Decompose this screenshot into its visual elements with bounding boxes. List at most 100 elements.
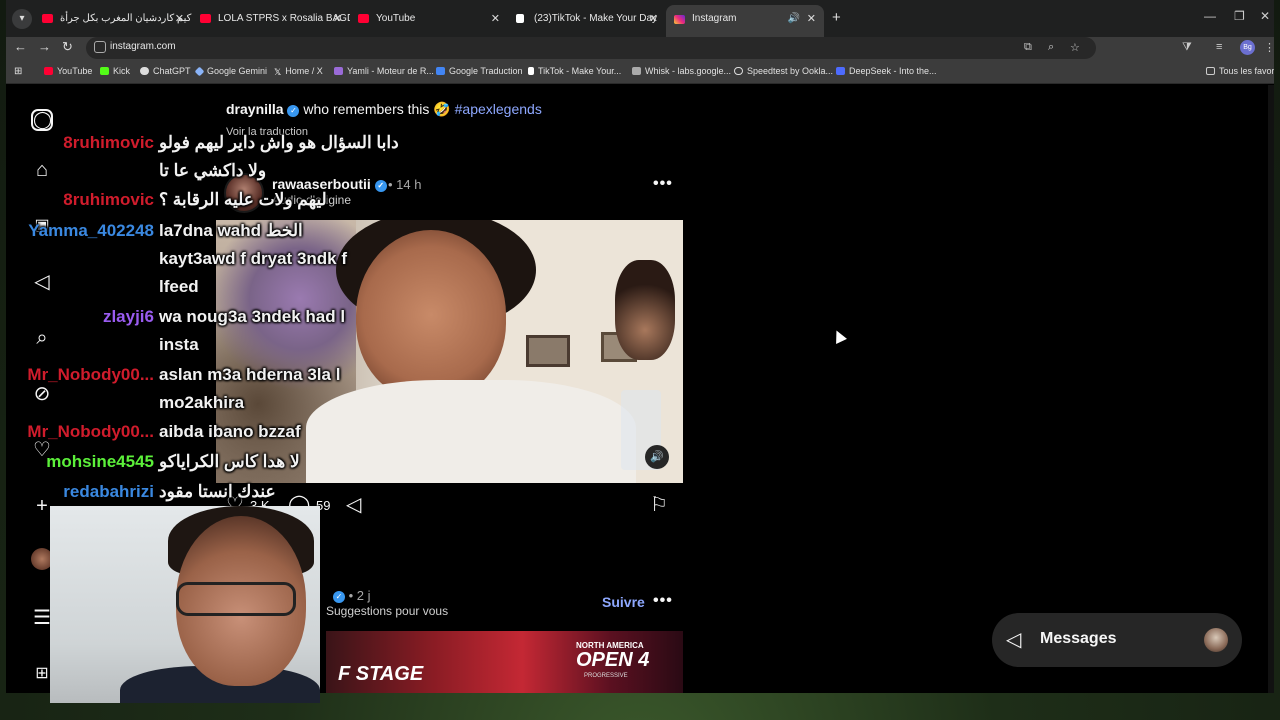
- folder-icon: [1206, 67, 1215, 75]
- address-bar[interactable]: instagram.com ⧉ ⌕ ☆: [86, 37, 1096, 59]
- tab-0[interactable]: كيم كاردشيان المغرب بكل جرأة... ✕: [34, 6, 192, 32]
- explore-icon[interactable]: ⊘: [30, 382, 54, 406]
- direct-message-icon: ◁: [1006, 629, 1022, 651]
- new-tab-button[interactable]: +: [832, 9, 841, 26]
- bookmark-speedtest[interactable]: Speedtest by Ookla...: [734, 66, 833, 76]
- tiktok-icon: [528, 67, 534, 75]
- close-tab-icon[interactable]: ✕: [491, 6, 500, 32]
- deepseek-icon: [836, 67, 845, 75]
- apps-grid-icon[interactable]: ⊞: [14, 66, 22, 77]
- profile-avatar[interactable]: Bg: [1240, 40, 1255, 55]
- next-post-options-icon[interactable]: •••: [653, 592, 673, 610]
- bookmark-whisk[interactable]: Whisk - labs.google...: [632, 66, 731, 76]
- banner-title: OPEN 4: [576, 649, 650, 671]
- tab-search-button[interactable]: ▾: [12, 9, 32, 29]
- post-audio-link[interactable]: Audio d'origine: [272, 193, 351, 207]
- bookmark-google-translate[interactable]: Google Traduction: [436, 66, 523, 76]
- bookmark-deepseek[interactable]: DeepSeek - Into the...: [836, 66, 937, 76]
- tab-title: YouTube: [376, 13, 416, 24]
- tab-title: كيم كاردشيان المغرب بكل جرأة...: [60, 13, 192, 24]
- banner-sub: PROGRESSIVE: [584, 673, 628, 679]
- install-app-icon[interactable]: ⧉: [1024, 41, 1032, 54]
- close-tab-icon[interactable]: ✕: [333, 6, 342, 32]
- tiktok-favicon-icon: [516, 14, 524, 23]
- tab-3[interactable]: (23)TikTok - Make Your Day ✕: [508, 6, 666, 32]
- tab-2[interactable]: YouTube ✕: [350, 6, 508, 32]
- bookmark-kick[interactable]: Kick: [100, 66, 130, 76]
- prev-post-user[interactable]: draynilla: [226, 101, 284, 117]
- bookmark-chatgpt[interactable]: ChatGPT: [140, 66, 191, 76]
- verified-badge-icon: ✓: [287, 105, 300, 117]
- post-options-icon[interactable]: •••: [653, 175, 673, 193]
- tab-title: Instagram: [692, 13, 737, 24]
- zoom-icon[interactable]: ⌕: [1048, 41, 1054, 54]
- direct-icon[interactable]: ◁: [30, 270, 54, 294]
- audio-playing-icon[interactable]: 🔊: [788, 5, 800, 33]
- speedtest-icon: [734, 67, 743, 75]
- notifications-heart-icon[interactable]: ♡: [30, 438, 54, 462]
- next-post-media[interactable]: F STAGE NORTH AMERICA OPEN 4 PROGRESSIVE: [326, 631, 683, 693]
- bookmark-x[interactable]: 𝕏 Home / X: [274, 66, 323, 77]
- post-author-name[interactable]: rawaaserboutii ✓: [272, 176, 387, 192]
- close-tab-icon[interactable]: ✕: [175, 6, 184, 32]
- tab-title: (23)TikTok - Make Your Day: [534, 13, 658, 24]
- yamli-icon: [334, 67, 343, 75]
- bookmark-gemini[interactable]: Google Gemini: [194, 66, 267, 77]
- banner-text: F STAGE: [338, 663, 424, 685]
- verified-badge-icon: ✓: [333, 591, 345, 603]
- restore-button[interactable]: ❐: [1234, 9, 1245, 23]
- back-button[interactable]: ←: [14, 39, 27, 54]
- hashtag-link[interactable]: #apexlegends: [455, 101, 542, 117]
- bookmark-yamli[interactable]: Yamli - Moteur de R...: [334, 66, 434, 76]
- site-info-icon[interactable]: [94, 41, 106, 53]
- search-icon[interactable]: ⌕: [30, 326, 54, 350]
- all-bookmarks[interactable]: Tous les favoris: [1206, 66, 1274, 76]
- tab-1[interactable]: LOLA STPRS x Rosalia BAGDAD ✕: [192, 6, 350, 32]
- close-window-button[interactable]: ✕: [1260, 9, 1270, 23]
- follow-button[interactable]: Suivre: [602, 594, 645, 610]
- extensions-icon[interactable]: ⧩: [1182, 41, 1192, 54]
- post-author-avatar[interactable]: [224, 173, 264, 213]
- save-bookmark-icon[interactable]: ⚐: [650, 492, 668, 517]
- streamer-webcam: [50, 506, 320, 703]
- reels-icon[interactable]: ▣: [30, 214, 54, 238]
- desktop-background: ▾ كيم كاردشيان المغرب بكل جرأة... ✕ LOLA…: [0, 0, 1280, 720]
- close-tab-icon[interactable]: ✕: [807, 5, 816, 33]
- suggested-label: Suggestions pour vous: [326, 604, 449, 618]
- bookmarks-bar: ⊞ YouTube Kick ChatGPT Google Gemini 𝕏 Ho…: [6, 61, 1274, 84]
- post-time: • 14 h: [388, 177, 422, 192]
- translate-icon: [436, 67, 445, 75]
- youtube-favicon-icon: [42, 14, 53, 23]
- bookmark-star-icon[interactable]: ☆: [1070, 41, 1080, 54]
- instagram-logo-icon[interactable]: ◯: [31, 109, 53, 131]
- tab-4-active[interactable]: Instagram ✕ 🔊: [666, 5, 824, 37]
- volume-icon[interactable]: 🔊: [645, 445, 669, 469]
- tab-bar: ▾ كيم كاردشيان المغرب بكل جرأة... ✕ LOLA…: [6, 0, 1274, 37]
- page-scrollbar[interactable]: [1268, 85, 1274, 693]
- youtube-icon: [44, 67, 53, 75]
- forward-button[interactable]: →: [38, 39, 51, 54]
- youtube-favicon-icon: [358, 14, 369, 23]
- messages-button[interactable]: ◁ Messages: [992, 613, 1242, 667]
- youtube-favicon-icon: [200, 14, 211, 23]
- home-icon[interactable]: ⌂: [30, 158, 54, 182]
- reload-button[interactable]: ↻: [62, 39, 73, 55]
- media-controls-icon[interactable]: ≡: [1216, 41, 1222, 53]
- post-video[interactable]: 🔊: [216, 220, 683, 483]
- see-translation-link[interactable]: Voir la traduction: [226, 126, 308, 138]
- instagram-favicon-icon: [674, 15, 685, 24]
- messages-label: Messages: [1040, 630, 1117, 647]
- menu-kebab-icon[interactable]: ⋮: [1264, 41, 1274, 54]
- caption-emoji: 🤣: [433, 101, 451, 117]
- minimize-button[interactable]: —: [1204, 9, 1216, 23]
- message-avatar: [1204, 628, 1228, 652]
- close-tab-icon[interactable]: ✕: [649, 6, 658, 32]
- toolbar: ← → ↻ instagram.com ⧉ ⌕ ☆ ⧩ ≡ Bg ⋮: [6, 37, 1274, 61]
- next-post-time: ✓ • 2 j: [333, 588, 371, 603]
- bookmark-tiktok[interactable]: TikTok - Make Your...: [528, 66, 621, 76]
- bookmark-youtube[interactable]: YouTube: [44, 66, 92, 76]
- gemini-icon: [194, 66, 205, 77]
- share-icon[interactable]: ◁: [346, 492, 361, 517]
- caption-text: who remembers this: [303, 101, 430, 117]
- prev-post-caption: draynilla ✓ who remembers this 🤣 #apexle…: [226, 101, 542, 118]
